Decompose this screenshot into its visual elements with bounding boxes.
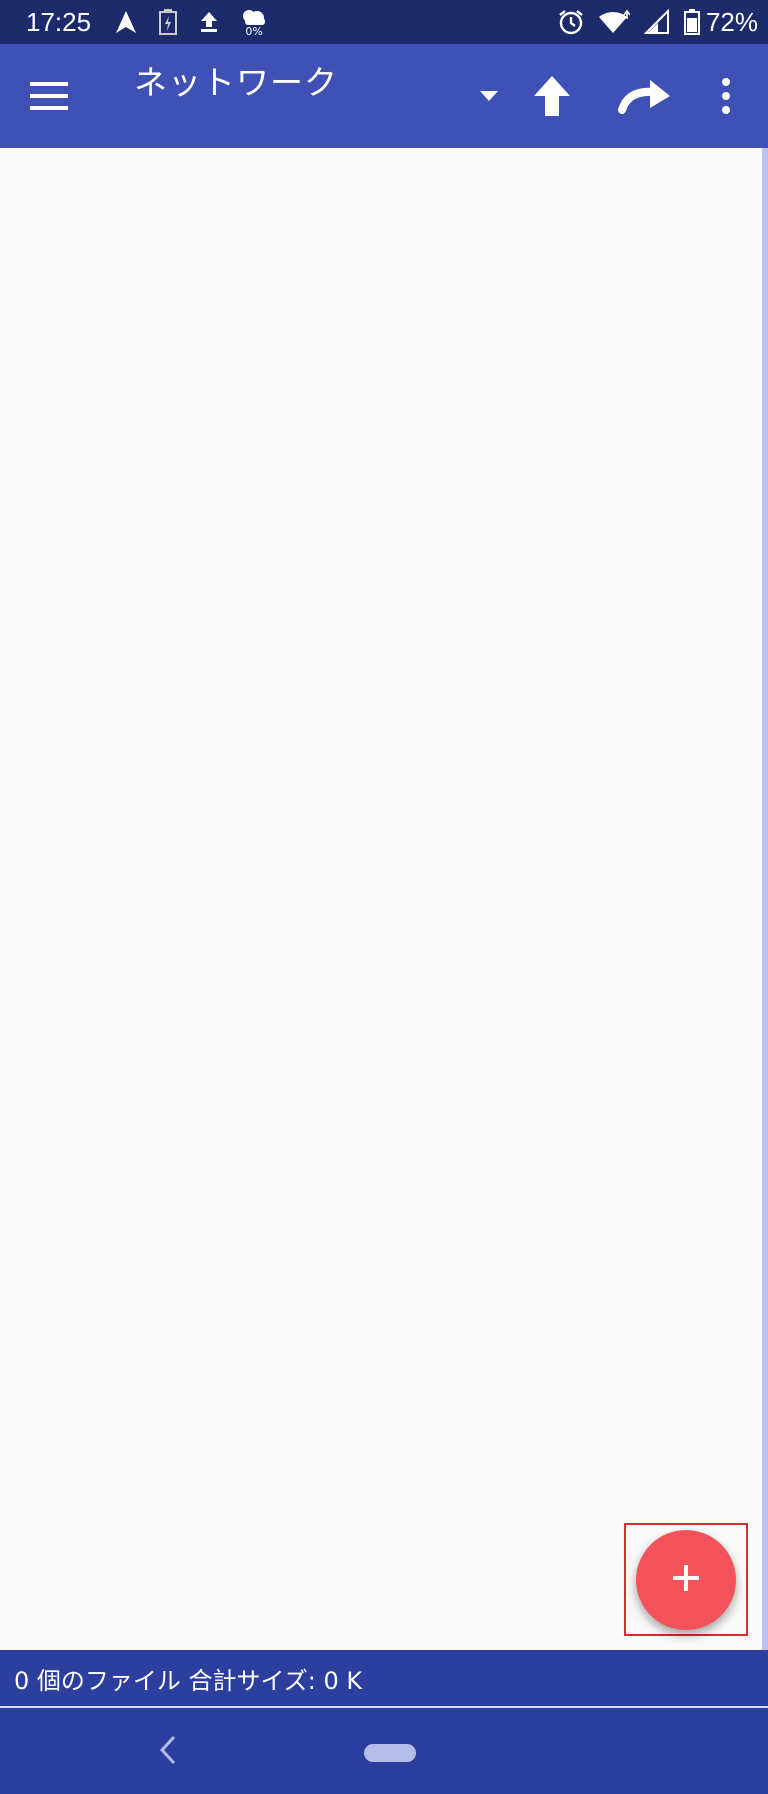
alarm-icon <box>558 7 584 37</box>
status-time: 17:25 <box>26 6 92 37</box>
navigation-arrow-icon <box>115 7 137 37</box>
plus-icon <box>671 1563 701 1597</box>
scrollbar-edge <box>762 148 768 1650</box>
battery-saver-icon <box>159 7 178 37</box>
system-nav-bar <box>0 1708 768 1794</box>
battery-percentage: 72% <box>705 6 758 37</box>
upload-icon <box>199 7 219 37</box>
weather-icon: 0% <box>241 7 267 37</box>
wifi-icon <box>598 7 630 37</box>
add-button[interactable] <box>636 1530 736 1630</box>
battery-icon <box>683 7 700 37</box>
redo-icon[interactable] <box>618 78 672 118</box>
file-summary-text: 0 個のファイル 合計サイズ: 0 K <box>14 1666 363 1695</box>
more-vert-icon[interactable] <box>716 74 736 118</box>
menu-icon[interactable] <box>30 80 70 112</box>
arrow-up-icon[interactable] <box>532 74 572 118</box>
dropdown-arrow-icon[interactable] <box>478 88 500 104</box>
status-right-group: 72% <box>558 7 758 38</box>
app-toolbar: ネットワーク <box>0 44 768 148</box>
file-list-area[interactable] <box>0 148 762 1650</box>
file-summary-bar: 0 個のファイル 合計サイズ: 0 K <box>0 1650 768 1706</box>
toolbar-title[interactable]: ネットワーク <box>134 56 338 104</box>
signal-icon <box>643 7 670 37</box>
home-pill-icon[interactable] <box>364 1744 416 1762</box>
status-bar: 17:25 0% 72% <box>0 0 768 44</box>
back-icon[interactable] <box>156 1734 180 1766</box>
weather-data-pct: 0% <box>245 24 263 38</box>
